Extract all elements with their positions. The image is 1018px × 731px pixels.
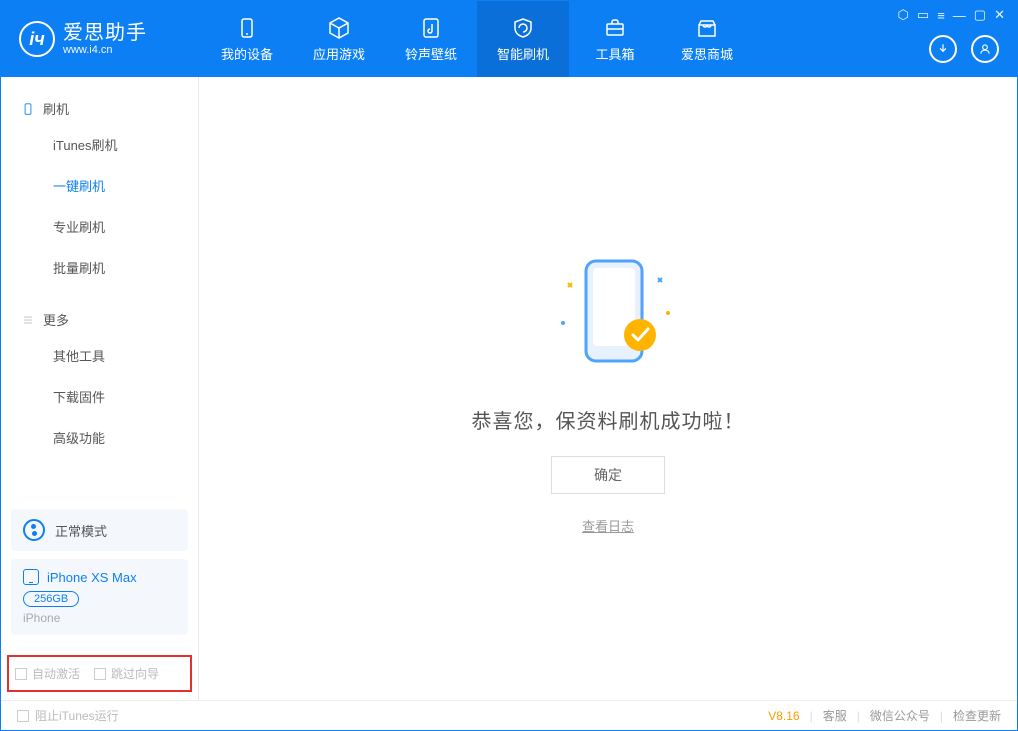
mode-icon <box>23 519 45 541</box>
app-window: iч 爱思助手 www.i4.cn 我的设备 应用游戏 铃声壁纸 智能刷机 <box>0 0 1018 731</box>
sidebar-item-advanced[interactable]: 高级功能 <box>1 417 198 458</box>
logo[interactable]: iч 爱思助手 www.i4.cn <box>1 21 201 57</box>
nav-tabs: 我的设备 应用游戏 铃声壁纸 智能刷机 工具箱 爱思商城 <box>201 1 753 77</box>
cube-icon <box>327 16 351 40</box>
device-card[interactable]: iPhone XS Max 256GB iPhone <box>11 559 188 635</box>
mode-card[interactable]: 正常模式 <box>11 509 188 551</box>
sidebar-item-other-tools[interactable]: 其他工具 <box>1 335 198 376</box>
tab-smart-flash[interactable]: 智能刷机 <box>477 1 569 77</box>
tab-store[interactable]: 爱思商城 <box>661 1 753 77</box>
tab-my-device[interactable]: 我的设备 <box>201 1 293 77</box>
sidebar: 刷机 iTunes刷机 一键刷机 专业刷机 批量刷机 更多 其他工具 下载固件 … <box>1 77 199 700</box>
success-title: 恭喜您，保资料刷机成功啦！ <box>472 405 745 434</box>
sidebar-item-download-firmware[interactable]: 下载固件 <box>1 376 198 417</box>
checkbox-auto-activate[interactable]: 自动激活 <box>15 665 80 682</box>
group-more-head: 更多 <box>1 304 198 335</box>
flash-options-highlighted: 自动激活 跳过向导 <box>7 655 192 692</box>
group-more: 更多 其他工具 下载固件 高级功能 <box>1 288 198 458</box>
device-capacity: 256GB <box>23 591 79 607</box>
music-file-icon <box>419 16 443 40</box>
toolbox-icon <box>603 16 627 40</box>
phone-outline-icon <box>21 102 35 116</box>
tab-apps-games[interactable]: 应用游戏 <box>293 1 385 77</box>
support-link[interactable]: 客服 <box>823 707 847 724</box>
list-icon <box>21 313 35 327</box>
ok-button[interactable]: 确定 <box>551 456 665 494</box>
success-illustration <box>508 243 708 383</box>
main-content: 恭喜您，保资料刷机成功啦！ 确定 查看日志 <box>199 77 1017 700</box>
sidebar-item-batch-flash[interactable]: 批量刷机 <box>1 247 198 288</box>
logo-icon: iч <box>19 21 55 57</box>
app-name: 爱思助手 <box>63 22 147 44</box>
menu-icon[interactable]: ≡ <box>937 8 945 23</box>
store-icon <box>695 16 719 40</box>
checkbox-skip-guide[interactable]: 跳过向导 <box>94 665 159 682</box>
refresh-shield-icon <box>511 16 535 40</box>
device-name: iPhone XS Max <box>47 570 137 585</box>
app-site: www.i4.cn <box>63 44 147 56</box>
window-controls: ⬡ ▭ ≡ — ▢ ✕ <box>898 7 1005 23</box>
sidebar-item-itunes-flash[interactable]: iTunes刷机 <box>1 124 198 165</box>
device-icon <box>235 16 259 40</box>
phone-icon <box>23 569 39 585</box>
wechat-link[interactable]: 微信公众号 <box>870 707 930 724</box>
group-flash: 刷机 iTunes刷机 一键刷机 专业刷机 批量刷机 <box>1 77 198 288</box>
checkbox-block-itunes[interactable]: 阻止iTunes运行 <box>17 707 119 724</box>
download-button[interactable] <box>929 35 957 63</box>
sidebar-item-oneclick-flash[interactable]: 一键刷机 <box>1 165 198 206</box>
tab-ringtones[interactable]: 铃声壁纸 <box>385 1 477 77</box>
view-log-link[interactable]: 查看日志 <box>582 516 634 535</box>
sidebar-cards: 正常模式 iPhone XS Max 256GB iPhone <box>1 499 198 645</box>
footer: 阻止iTunes运行 V8.16 | 客服 | 微信公众号 | 检查更新 <box>1 700 1017 730</box>
body: 刷机 iTunes刷机 一键刷机 专业刷机 批量刷机 更多 其他工具 下载固件 … <box>1 77 1017 700</box>
feedback-icon[interactable]: ▭ <box>917 7 929 23</box>
account-button[interactable] <box>971 35 999 63</box>
close-button[interactable]: ✕ <box>994 7 1005 23</box>
check-update-link[interactable]: 检查更新 <box>953 707 1001 724</box>
header-actions <box>929 35 999 63</box>
header: iч 爱思助手 www.i4.cn 我的设备 应用游戏 铃声壁纸 智能刷机 <box>1 1 1017 77</box>
device-type: iPhone <box>23 611 176 625</box>
tab-toolbox[interactable]: 工具箱 <box>569 1 661 77</box>
maximize-button[interactable]: ▢ <box>974 7 986 23</box>
footer-right: V8.16 | 客服 | 微信公众号 | 检查更新 <box>768 707 1001 724</box>
sidebar-item-pro-flash[interactable]: 专业刷机 <box>1 206 198 247</box>
mode-label: 正常模式 <box>55 521 107 540</box>
version-label: V8.16 <box>768 709 799 723</box>
shirt-icon[interactable]: ⬡ <box>898 7 909 23</box>
group-flash-head: 刷机 <box>1 93 198 124</box>
minimize-button[interactable]: — <box>953 8 966 23</box>
